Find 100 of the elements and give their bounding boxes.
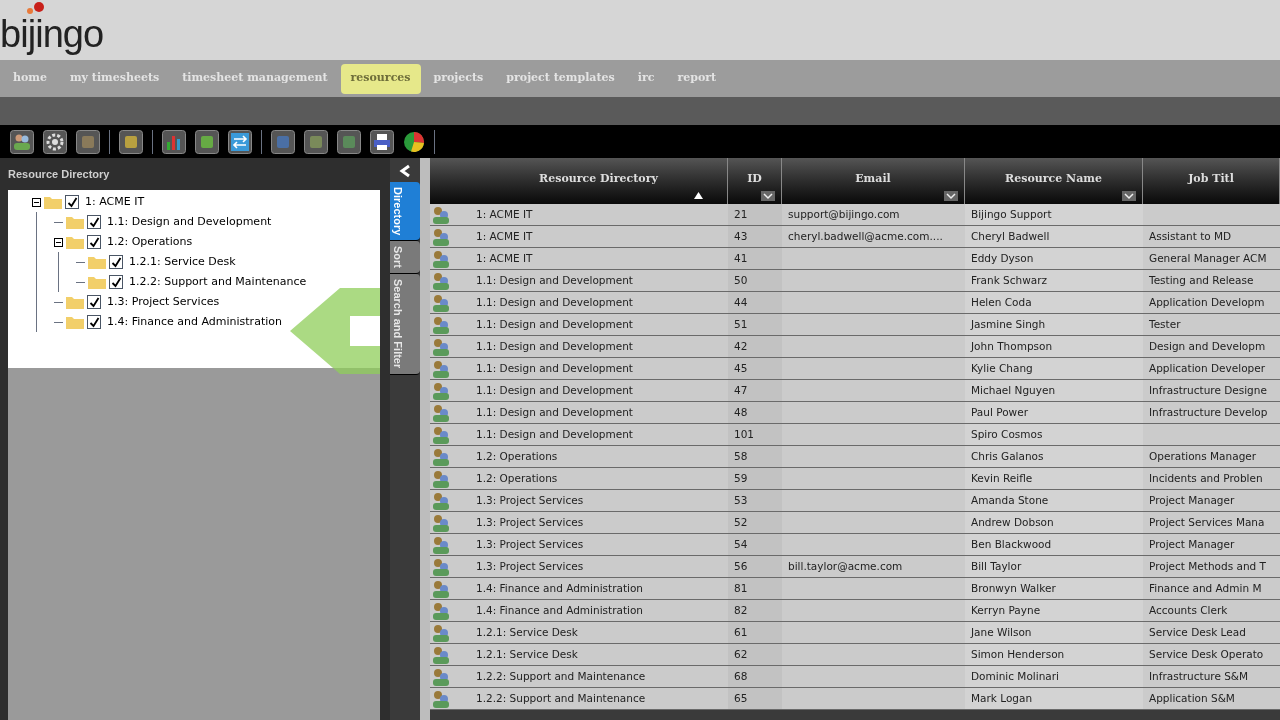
tree-checkbox[interactable] (87, 215, 101, 229)
table-cell-text: Jasmine Singh (971, 316, 1046, 332)
table-cell-text: Bill Taylor (971, 558, 1022, 574)
people-icon (431, 666, 451, 687)
people-icon (431, 380, 451, 401)
folder-icon (88, 255, 106, 269)
folder-icon (88, 275, 106, 289)
table-cell-text: Frank Schwarz (971, 272, 1048, 288)
people-icon (431, 490, 451, 511)
table-cell-text: Simon Henderson (971, 646, 1065, 662)
table-cell-text: Eddy Dyson (971, 250, 1034, 266)
table-cell-text: 1.3: Project Services (476, 492, 584, 508)
table-cell-text: 45 (734, 360, 748, 376)
table-cell-text: 1.4: Finance and Administration (476, 580, 643, 596)
table-cell-text: cheryl.badwell@acme.com.... (788, 228, 943, 244)
table-cell-text: 53 (734, 492, 748, 508)
table-cell-text: support@bijingo.com (788, 206, 900, 222)
folder-icon (66, 235, 84, 249)
bar-chart-icon[interactable] (162, 129, 186, 154)
table-cell-text: Bijingo Support (971, 206, 1052, 222)
tree-checkbox[interactable] (65, 195, 79, 209)
tree-checkbox[interactable] (87, 295, 101, 309)
tree-checkbox[interactable] (87, 315, 101, 329)
table-cell-text: 50 (734, 272, 748, 288)
table-cell-text: Andrew Dobson (971, 514, 1054, 530)
table-cell-text: Amanda Stone (971, 492, 1049, 508)
table-cell-text: 41 (734, 250, 748, 266)
people-icon (431, 578, 451, 599)
folder-icon (44, 195, 62, 209)
people-icon (431, 600, 451, 621)
collapse-icon[interactable] (54, 237, 63, 247)
table-cell-text: Cheryl Badwell (971, 228, 1050, 244)
tree-checkbox[interactable] (109, 275, 123, 289)
people-icon (431, 512, 451, 533)
table-cell-text: 1.2.2: Support and Maintenance (476, 668, 646, 684)
dropdown-icon[interactable] (1122, 191, 1136, 201)
swap-icon[interactable] (228, 129, 252, 154)
table-cell-text: 1: ACME IT (476, 250, 533, 266)
table-cell-text: 68 (734, 668, 748, 684)
table-cell-text: 81 (734, 580, 748, 596)
people-icon (431, 248, 451, 269)
pie-chart-icon[interactable] (403, 130, 425, 153)
collapse-panel-icon[interactable] (398, 164, 412, 178)
table-cell-text: Application Developer (1149, 360, 1265, 376)
tree-item[interactable]: 1.3: Project Services (107, 293, 220, 311)
people-icon (431, 556, 451, 577)
table-cell-text: 43 (734, 228, 748, 244)
side-tab[interactable]: Sort (390, 241, 420, 275)
tree-item[interactable]: 1.2: Operations (107, 233, 193, 251)
tree-item[interactable]: 1.1: Design and Development (107, 213, 272, 231)
folder-icon (66, 315, 84, 329)
tree-checkbox[interactable] (87, 235, 101, 249)
people-icon (431, 204, 451, 225)
table-cell-text: 1.1: Design and Development (476, 272, 633, 288)
table-cell-text: Assistant to MD (1149, 228, 1232, 244)
nav-tab[interactable]: resources (340, 63, 421, 94)
table-cell-text: 48 (734, 404, 748, 420)
tree-item[interactable]: 1.2.2: Support and Maintenance (129, 273, 307, 291)
table-cell-text: Michael Nguyen (971, 382, 1056, 398)
table-cell-text: Dominic Molinari (971, 668, 1059, 684)
table-cell-text: Tester (1149, 316, 1181, 332)
table-cell-text: 101 (734, 426, 755, 442)
table-cell-text: 42 (734, 338, 748, 354)
table-cell-text: 59 (734, 470, 748, 486)
table-cell-text: 61 (734, 624, 748, 640)
table-cell-text: Accounts Clerk (1149, 602, 1228, 618)
people-icon (431, 336, 451, 357)
table-cell-text: Infrastructure S&M (1149, 668, 1249, 684)
table-cell-text: Application Developm (1149, 294, 1265, 310)
tree-item[interactable]: 1.4: Finance and Administration (107, 313, 282, 331)
table-cell-text: Infrastructure Develop (1149, 404, 1268, 420)
people-icon (431, 358, 451, 379)
gear-icon[interactable] (43, 129, 67, 154)
printer-icon[interactable] (370, 129, 394, 154)
table-cell-text: General Manager ACM (1149, 250, 1267, 266)
table-cell-text: 51 (734, 316, 748, 332)
table-cell-text: Bronwyn Walker (971, 580, 1056, 596)
tree-item[interactable]: 1: ACME IT (85, 193, 145, 211)
collapse-icon[interactable] (32, 197, 41, 207)
table-cell-text: Finance and Admin M (1149, 580, 1262, 596)
table-cell-text: Project Manager (1149, 536, 1235, 552)
table-cell-text: Kevin Reifle (971, 470, 1033, 486)
table-cell-text: Infrastructure Designe (1149, 382, 1267, 398)
table-cell-text: Helen Coda (971, 294, 1032, 310)
tree-checkbox[interactable] (109, 255, 123, 269)
side-tab[interactable]: Directory (390, 182, 420, 242)
tree-item[interactable]: 1.2.1: Service Desk (129, 253, 236, 271)
people-icon (431, 292, 451, 313)
table-cell-text: 56 (734, 558, 748, 574)
table-cell-text: 44 (734, 294, 748, 310)
people-icon[interactable] (10, 129, 34, 154)
dropdown-icon[interactable] (944, 191, 958, 201)
people-icon (431, 468, 451, 489)
table-cell-text: 1.2.1: Service Desk (476, 646, 578, 662)
table-cell-text: 1: ACME IT (476, 206, 533, 222)
table-cell-text: 58 (734, 448, 748, 464)
table-cell-text: 1.1: Design and Development (476, 426, 633, 442)
side-tab[interactable]: Search and Filter (390, 274, 420, 375)
dropdown-icon[interactable] (761, 191, 775, 201)
table-cell-text: Chris Galanos (971, 448, 1044, 464)
